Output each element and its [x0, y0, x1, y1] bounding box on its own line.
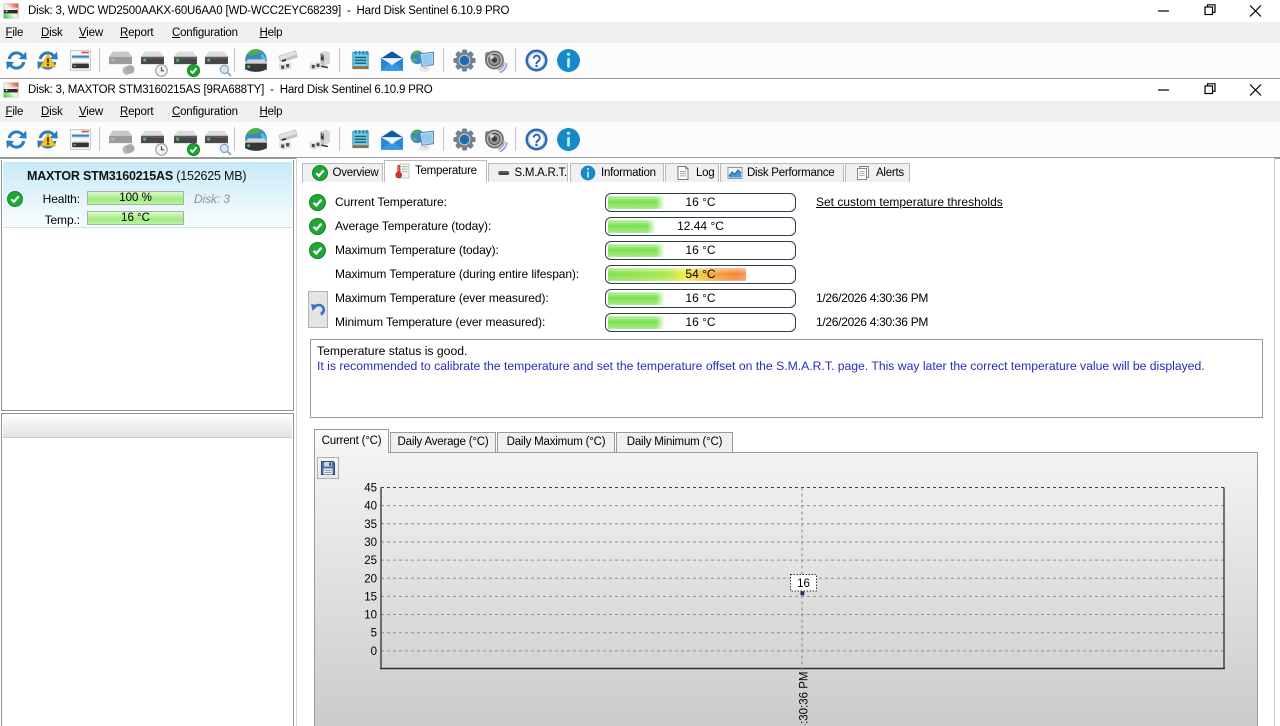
svg-text:10: 10	[364, 610, 377, 622]
svg-text:40: 40	[364, 501, 377, 513]
svg-text:4:30:36 PM: 4:30:36 PM	[799, 672, 811, 726]
svg-text:16: 16	[797, 578, 810, 590]
svg-text:25: 25	[364, 555, 377, 567]
svg-text:30: 30	[364, 537, 377, 549]
svg-text:0: 0	[371, 646, 377, 658]
svg-text:15: 15	[364, 591, 377, 603]
svg-text:20: 20	[364, 573, 377, 585]
svg-text:45: 45	[364, 483, 377, 495]
svg-text:5: 5	[371, 628, 377, 640]
svg-text:35: 35	[364, 519, 377, 531]
